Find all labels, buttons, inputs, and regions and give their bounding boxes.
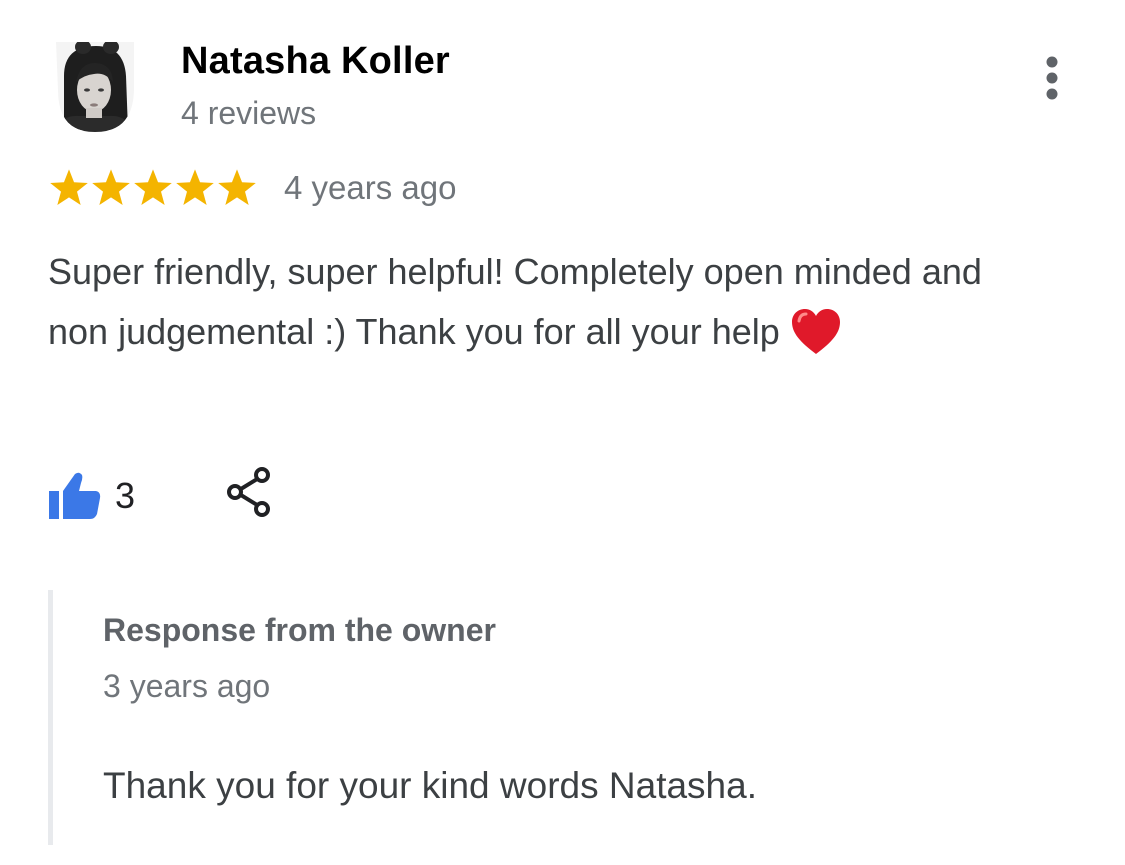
more-options-button[interactable] bbox=[1030, 52, 1074, 106]
review-body: Super friendly, super helpful! Completel… bbox=[48, 251, 982, 352]
like-button[interactable]: 3 bbox=[48, 470, 135, 522]
star-rating bbox=[48, 166, 258, 210]
share-button[interactable] bbox=[224, 466, 274, 520]
owner-response-date: 3 years ago bbox=[103, 668, 271, 704]
like-count: 3 bbox=[115, 475, 136, 516]
star-icon bbox=[92, 169, 130, 206]
author-name[interactable]: Natasha Koller bbox=[181, 40, 450, 83]
thumbs-up-icon bbox=[49, 472, 101, 519]
owner-response-text: Thank you for your kind words Natasha. bbox=[103, 765, 757, 806]
red-heart-emoji-icon bbox=[791, 309, 840, 354]
review-text: Super friendly, super helpful! Completel… bbox=[48, 242, 1008, 362]
review-date: 4 years ago bbox=[284, 169, 457, 206]
owner-response-title: Response from the owner bbox=[103, 612, 496, 648]
star-icon bbox=[176, 169, 214, 206]
share-icon bbox=[227, 467, 270, 517]
star-icon bbox=[134, 169, 172, 206]
avatar-photo-icon bbox=[56, 42, 134, 132]
review-card: Natasha Koller 4 reviews 4 years ago Sup… bbox=[0, 0, 1125, 865]
rating-row: 4 years ago bbox=[48, 166, 456, 210]
more-vert-icon bbox=[1046, 56, 1058, 100]
author-avatar[interactable] bbox=[50, 38, 140, 134]
star-icon bbox=[50, 169, 88, 206]
star-icon bbox=[218, 169, 256, 206]
author-review-count[interactable]: 4 reviews bbox=[181, 95, 316, 132]
owner-response: Response from the owner 3 years ago Than… bbox=[48, 590, 1053, 845]
